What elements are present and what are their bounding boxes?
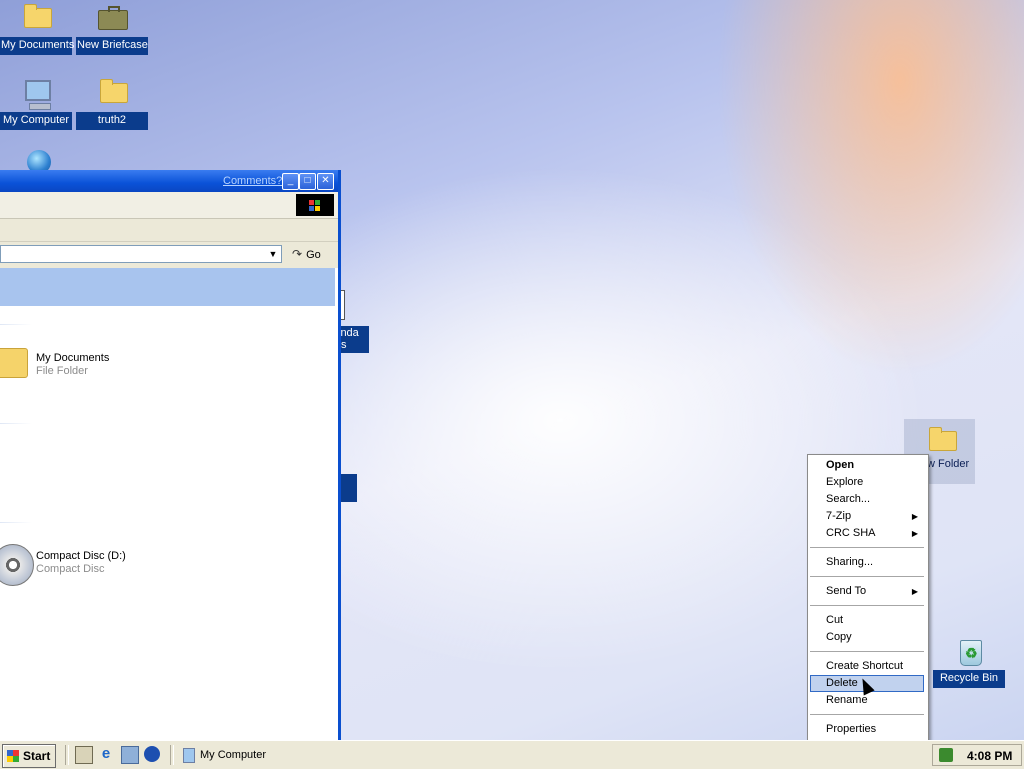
chevron-down-icon[interactable]: ▼ — [266, 247, 280, 261]
menu-item-search[interactable]: Search... — [810, 491, 924, 508]
menu-bar — [0, 192, 338, 219]
menu-item-copy[interactable]: Copy — [810, 629, 924, 646]
desktop-icon-label: New Briefcase — [76, 37, 148, 55]
menu-item-explore[interactable]: Explore — [810, 474, 924, 491]
menu-item-cut[interactable]: Cut — [810, 612, 924, 629]
go-button[interactable]: ↷ Go — [288, 245, 332, 263]
menu-item-7zip[interactable]: 7-Zip ▶ — [810, 508, 924, 525]
desktop-icon-label: truth2 — [76, 112, 148, 130]
explorer-window: Comments? _ □ ✕ ▼ ↷ Go My Documents File … — [0, 170, 341, 740]
title-bar[interactable]: Comments? _ □ ✕ — [0, 170, 338, 192]
desktop-icon-new-briefcase[interactable]: New Briefcase — [76, 2, 148, 55]
item-name: My Documents — [36, 352, 110, 364]
recycle-bin-icon: ♻ — [954, 636, 984, 668]
taskbar-button-my-computer[interactable]: My Computer — [180, 745, 300, 765]
context-menu: Open Explore Search... 7-Zip ▶ CRC SHA ▶ S… — [807, 454, 929, 742]
item-type: File Folder — [36, 365, 88, 377]
minimize-button[interactable]: _ — [282, 173, 299, 190]
go-arrow-icon: ↷ — [292, 247, 303, 261]
quick-launch-divider — [65, 745, 69, 765]
divider — [0, 324, 32, 325]
menu-item-sharing[interactable]: Sharing... — [810, 554, 924, 571]
menu-item-crc-sha[interactable]: CRC SHA ▶ — [810, 525, 924, 542]
submenu-arrow-icon: ▶ — [911, 512, 918, 521]
media-player-icon[interactable] — [144, 746, 160, 762]
desktop-icon-label: My Computer — [0, 112, 72, 130]
desktop-icon-internet-explorer[interactable] — [2, 148, 74, 170]
item-name: Compact Disc (D:) — [36, 550, 126, 562]
globe-icon — [21, 148, 55, 170]
internet-explorer-icon[interactable]: e — [98, 746, 114, 762]
menu-item-open[interactable]: Open — [810, 457, 924, 474]
toolbar — [0, 219, 338, 242]
windows-logo-icon — [296, 194, 334, 216]
taskbar: Start e My Computer 4:08 PM — [0, 740, 1024, 769]
desktop-icon-label: My Documents — [0, 37, 74, 55]
group-header-bar — [0, 268, 335, 306]
desktop-icon-label: Recycle Bin — [933, 670, 1005, 688]
menu-separator — [810, 605, 924, 606]
item-type: Compact Disc — [36, 563, 105, 575]
computer-icon — [19, 77, 53, 110]
folder-icon — [924, 425, 958, 455]
desktop-icon-my-computer[interactable]: My Computer — [0, 77, 72, 130]
my-documents-icon — [19, 2, 53, 32]
menu-item-properties[interactable]: Properties — [810, 721, 924, 738]
network-icon[interactable] — [121, 746, 139, 764]
start-button[interactable]: Start — [2, 744, 56, 768]
comments-link[interactable]: Comments? — [223, 175, 282, 187]
show-desktop-icon[interactable] — [75, 746, 93, 764]
desktop-icon-recycle-bin[interactable]: ♻ Recycle Bin — [933, 636, 1005, 688]
briefcase-icon — [95, 2, 129, 32]
menu-separator — [810, 651, 924, 652]
clock[interactable]: 4:08 PM — [967, 749, 1012, 763]
maximize-button[interactable]: □ — [299, 173, 316, 190]
quick-launch-divider — [170, 745, 174, 765]
menu-separator — [810, 547, 924, 548]
list-item-my-documents[interactable]: My Documents File Folder — [0, 348, 200, 392]
menu-separator — [810, 576, 924, 577]
menu-item-rename[interactable]: Rename — [810, 692, 924, 709]
desktop-icon-truth2[interactable]: truth2 — [76, 77, 148, 130]
address-bar: ▼ ↷ Go — [0, 242, 338, 268]
divider — [0, 522, 32, 523]
close-button[interactable]: ✕ — [317, 173, 334, 190]
submenu-arrow-icon: ▶ — [911, 529, 918, 538]
desktop-icon-my-documents[interactable]: My Documents — [0, 2, 74, 55]
windows-flag-icon — [7, 750, 19, 762]
folder-icon — [0, 348, 28, 378]
menu-item-send-to[interactable]: Send To ▶ — [810, 583, 924, 600]
system-tray: 4:08 PM — [932, 744, 1022, 766]
folder-icon — [95, 77, 129, 107]
submenu-arrow-icon: ▶ — [911, 587, 918, 596]
desktop-icon-label: w Folder — [927, 458, 970, 470]
partial-desktop-label[interactable]: inda ts — [338, 326, 369, 353]
address-input[interactable]: ▼ — [0, 245, 282, 263]
list-item-compact-disc[interactable]: Compact Disc (D:) Compact Disc — [0, 544, 200, 590]
compact-disc-icon — [0, 544, 34, 586]
menu-item-create-shortcut[interactable]: Create Shortcut — [810, 658, 924, 675]
computer-icon — [183, 748, 195, 763]
menu-separator — [810, 714, 924, 715]
network-status-icon[interactable] — [939, 748, 953, 762]
divider — [0, 423, 32, 424]
